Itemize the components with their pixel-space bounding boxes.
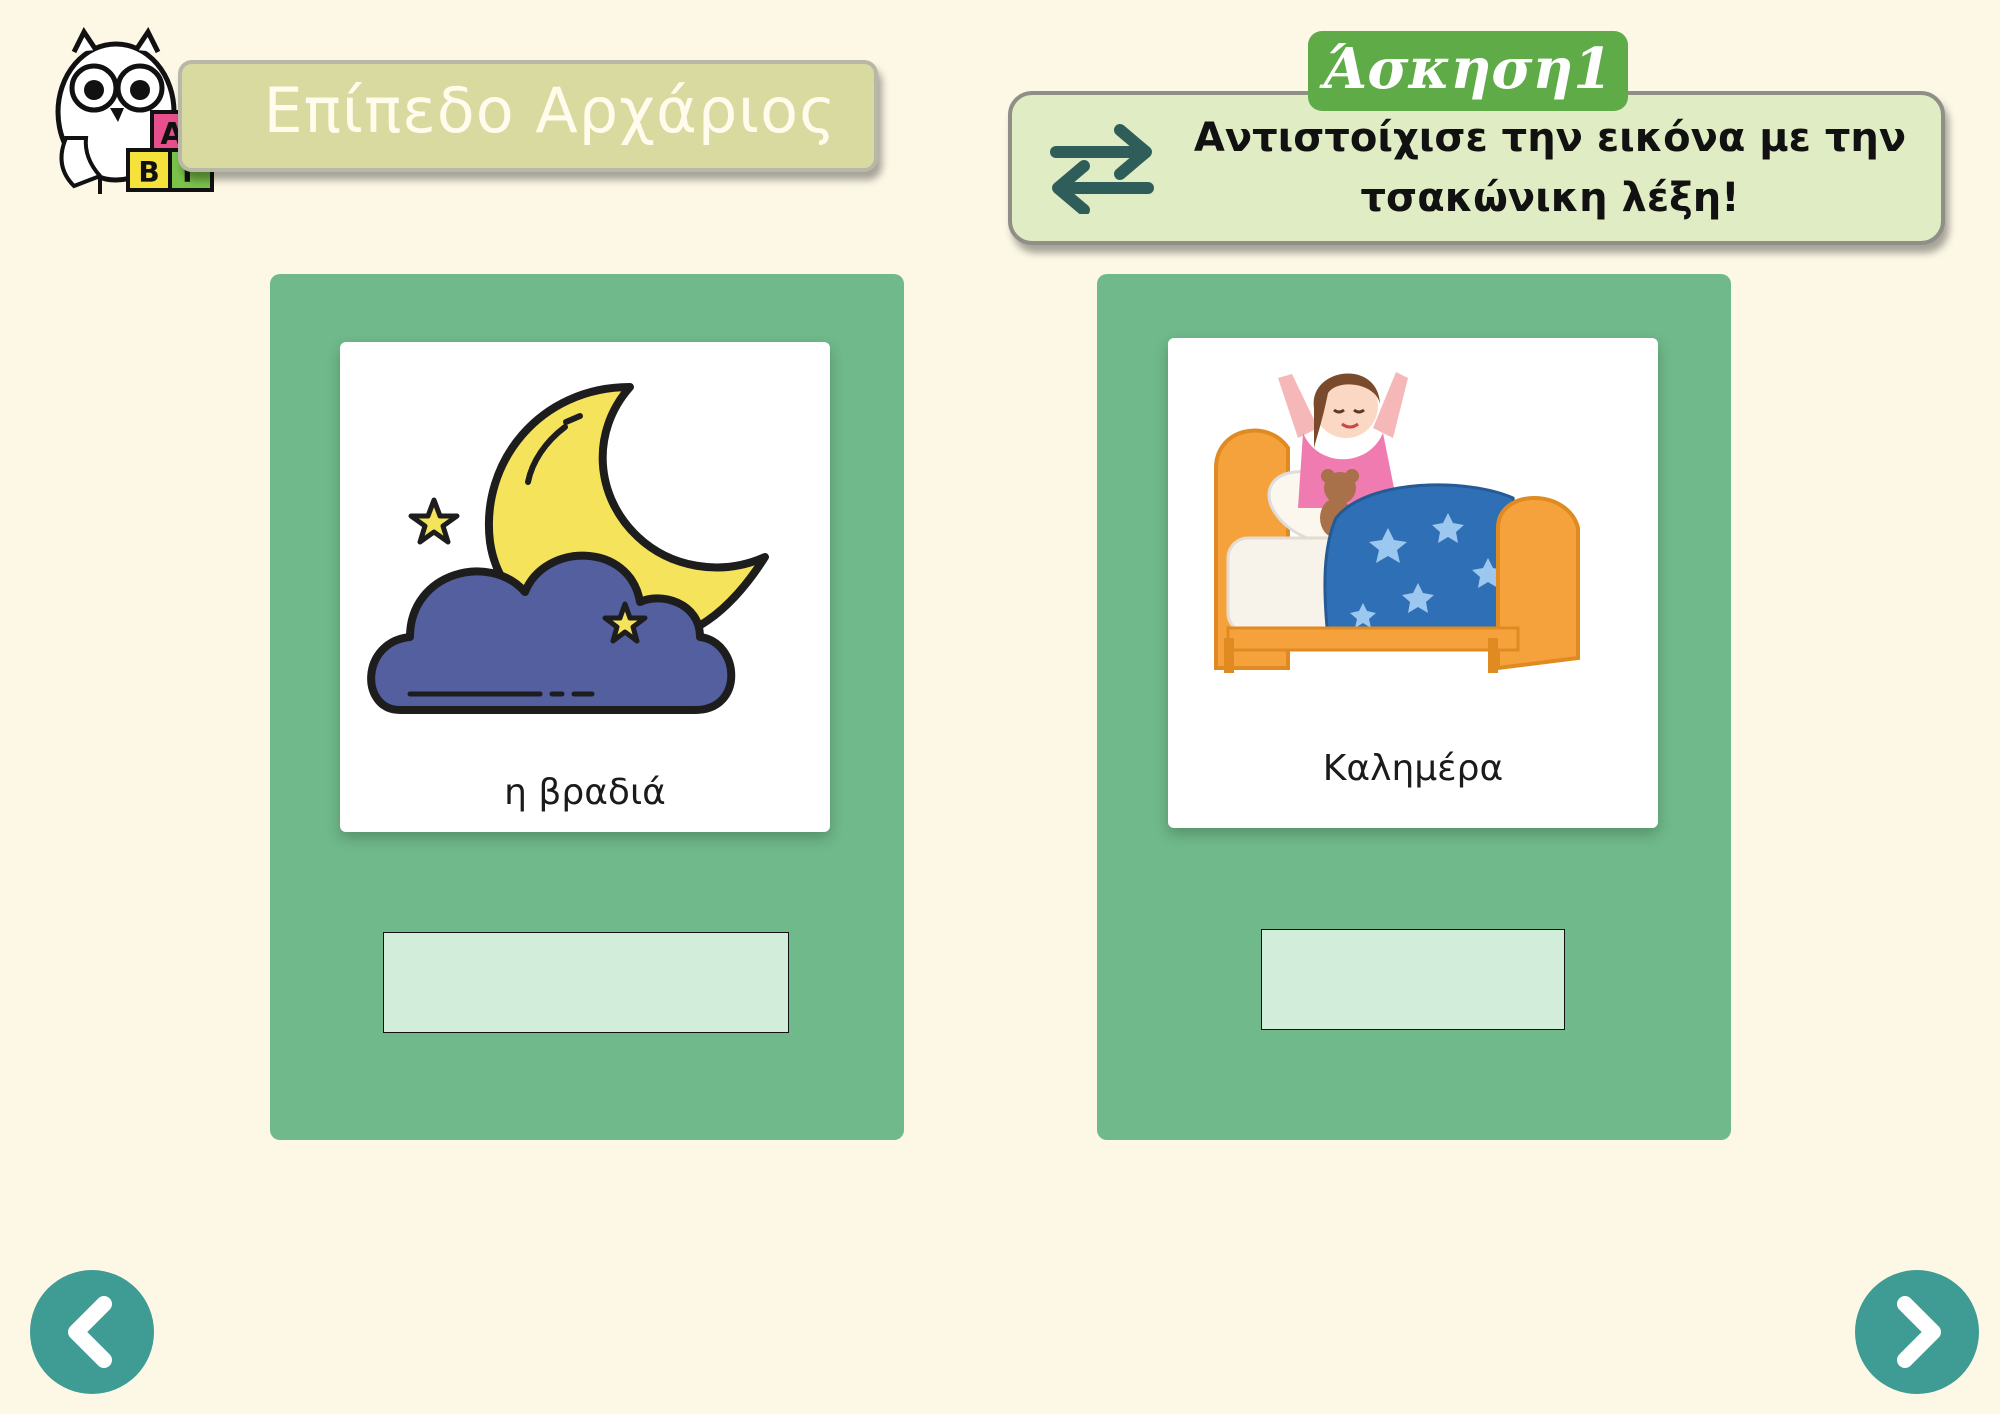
card-caption-2: Καλημέρα: [1322, 748, 1504, 789]
chevron-right-icon: [1897, 1296, 1941, 1368]
instruction-line-1: Αντιστοίχισε την εικόνα με την: [1193, 115, 1907, 161]
chevron-left-icon: [68, 1296, 112, 1368]
instruction-line-2: τσακώνικη λέξη!: [1360, 175, 1740, 221]
card-caption-1: η βραδιά: [504, 772, 666, 813]
swap-arrows-icon: [1050, 124, 1154, 214]
block-letter-b: Β: [138, 156, 159, 189]
instruction-text: Αντιστοίχισε την εικόνα με την τσακώνικη…: [1180, 108, 1920, 228]
answer-drop-zone-1[interactable]: [383, 932, 789, 1033]
answer-drop-zone-2[interactable]: [1261, 929, 1565, 1030]
level-title: Επίπεδο Αρχάριος: [263, 74, 837, 147]
moon-cloud-icon: [367, 383, 769, 714]
previous-button[interactable]: [30, 1270, 154, 1394]
card-image-1: [340, 342, 830, 832]
exercise-tag: Άσκηση1: [1308, 31, 1628, 111]
next-button[interactable]: [1855, 1270, 1979, 1394]
